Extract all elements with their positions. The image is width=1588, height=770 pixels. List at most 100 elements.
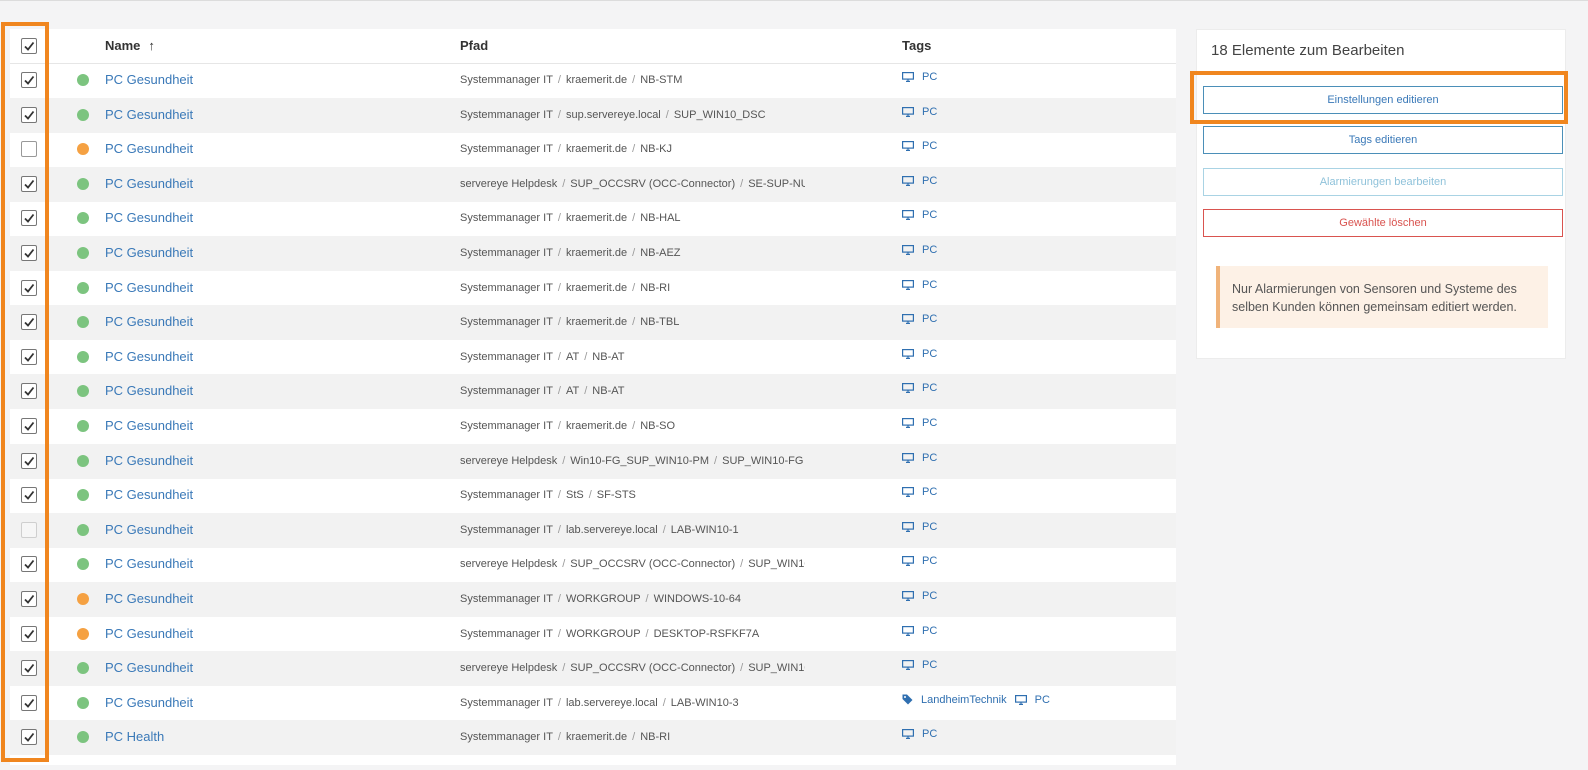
- sensor-name-link[interactable]: PC Gesundheit: [105, 591, 193, 606]
- monitor-icon: [902, 210, 918, 221]
- table-row[interactable]: PC Gesundheit Systemmanager IT / kraemerit.…: [10, 409, 1176, 444]
- sensor-name-link[interactable]: PC Gesundheit: [105, 418, 193, 433]
- table-row[interactable]: PC Gesundheit Systemmanager IT / AT / NB-AT PC: [10, 340, 1176, 375]
- path-segment: kraemerit.de: [565, 143, 628, 156]
- sensor-name-link[interactable]: PC Gesundheit: [105, 626, 193, 641]
- edit-alerts-button[interactable]: Alarmierungen bearbeiten: [1203, 168, 1563, 196]
- column-path-header[interactable]: Pfad: [460, 38, 488, 53]
- sensor-name-link[interactable]: PC Gesundheit: [105, 210, 193, 225]
- table-row[interactable]: PC Gesundheit Systemmanager IT / kraemerit.…: [10, 201, 1176, 236]
- path-segment: WORKGROUP: [565, 593, 641, 605]
- edit-tags-button[interactable]: Tags editieren: [1203, 126, 1563, 154]
- sensor-path: Systemmanager IT / AT / NB-AT: [460, 385, 805, 397]
- tag-chip[interactable]: PC: [902, 244, 937, 256]
- path-segment: SUP_WIN10_DSC: [748, 662, 805, 675]
- sensor-name-link[interactable]: PC Gesundheit: [105, 695, 193, 710]
- table-row[interactable]: PC Gesundheit servereye Helpdesk / SUP_OCCS…: [10, 547, 1176, 582]
- table-row[interactable]: PC Gesundheit Systemmanager IT / kraemerit.…: [10, 236, 1176, 271]
- column-name-header[interactable]: Name ↑: [105, 38, 155, 53]
- path-separator: /: [714, 454, 718, 467]
- path-separator: /: [557, 627, 561, 640]
- sensor-name-link[interactable]: PC Gesundheit: [105, 107, 193, 122]
- table-row[interactable]: PC Gesundheit Systemmanager IT / WORKGROUP /…: [10, 617, 1176, 652]
- sensor-name-link[interactable]: PC Gesundheit: [105, 349, 193, 364]
- tag-chip[interactable]: PC: [902, 279, 937, 291]
- delete-selected-button[interactable]: Gewählte löschen: [1203, 209, 1563, 237]
- path-segment: SF-STS: [596, 489, 636, 502]
- tag-chip[interactable]: PC: [902, 625, 937, 637]
- sensor-name-link[interactable]: PC Health: [105, 729, 164, 744]
- tag-chip[interactable]: PC: [902, 555, 937, 567]
- table-row[interactable]: PC Gesundheit servereye Helpdesk / SUP_OCCS…: [10, 166, 1176, 202]
- sensor-path: Systemmanager IT / kraemerit.de / NB-STM: [460, 74, 805, 86]
- tag-chip[interactable]: PC: [902, 313, 937, 325]
- sensor-name-link[interactable]: PC Gesundheit: [105, 487, 193, 502]
- sensor-name-link[interactable]: PC Gesundheit: [105, 176, 193, 191]
- sensor-name-link[interactable]: PC Gesundheit: [105, 314, 193, 329]
- sensor-name-link[interactable]: PC Gesundheit: [105, 522, 193, 537]
- tag-list: PC: [902, 452, 945, 466]
- monitor-icon: [902, 72, 918, 82]
- table-row[interactable]: PC Gesundheit Systemmanager IT / WORKGROUP /…: [10, 582, 1176, 617]
- table-row[interactable]: PC Gesundheit servereye Helpdesk / SUP_OCCS…: [10, 651, 1176, 687]
- sensor-name-link[interactable]: PC Gesundheit: [105, 453, 193, 468]
- tag-chip[interactable]: PC: [902, 382, 937, 394]
- table-row[interactable]: PC Gesundheit Systemmanager IT / lab.server…: [10, 512, 1176, 548]
- path-segment: NB-KJ: [640, 143, 672, 156]
- tag-chip[interactable]: PC: [902, 417, 937, 429]
- tag-label: PC: [922, 486, 938, 499]
- path-separator: /: [557, 385, 561, 398]
- sensor-name-link[interactable]: PC Gesundheit: [105, 556, 193, 571]
- path-separator: /: [557, 108, 561, 121]
- tag-chip[interactable]: PC: [902, 486, 937, 498]
- tag-list: PC: [902, 382, 945, 396]
- tag-chip[interactable]: PC: [902, 590, 937, 602]
- tag-chip[interactable]: PC: [902, 728, 937, 740]
- sensor-name-link[interactable]: PC Gesundheit: [105, 245, 193, 260]
- path-segment: Systemmanager IT: [460, 212, 553, 225]
- tag-chip[interactable]: PC: [902, 140, 937, 152]
- tag-chip[interactable]: PC: [902, 659, 937, 671]
- sensor-name-link[interactable]: PC Gesundheit: [105, 383, 193, 398]
- tag-list: PC: [902, 175, 945, 189]
- tag-chip[interactable]: PC: [902, 521, 937, 533]
- table-row[interactable]: PC Gesundheit Systemmanager IT / AT / NB-AT PC: [10, 374, 1176, 410]
- sensor-name-link[interactable]: PC Gesundheit: [105, 660, 193, 675]
- tag-label: PC: [922, 624, 938, 637]
- path-segment: Systemmanager IT: [460, 523, 553, 536]
- column-tags-header[interactable]: Tags: [902, 38, 931, 53]
- table-row[interactable]: PC Health Systemmanager IT / kraemerit.de / N…: [10, 720, 1176, 756]
- sensor-path: Systemmanager IT / StS / SF-STS: [460, 489, 805, 501]
- sensor-path: Systemmanager IT / kraemerit.de / NB-HAL: [460, 212, 805, 224]
- tag-chip[interactable]: PC: [902, 348, 937, 360]
- monitor-icon: [902, 106, 918, 117]
- sensor-name-link[interactable]: PC Gesundheit: [105, 280, 193, 295]
- table-row[interactable]: PC Gesundheit Systemmanager IT / sup.server…: [10, 97, 1176, 133]
- tag-list: PC: [902, 590, 945, 604]
- table-row[interactable]: PC Gesundheit Systemmanager IT / kraemerit.…: [10, 132, 1176, 167]
- table-row[interactable]: PC Gesundheit Systemmanager IT / kraemerit.…: [10, 305, 1176, 341]
- table-row[interactable]: PC Gesundheit Systemmanager IT / kraemerit.…: [10, 271, 1176, 306]
- monitor-icon: [902, 487, 918, 498]
- table-row[interactable]: PC Gesundheit Systemmanager IT / lab.server…: [10, 686, 1176, 721]
- table-row[interactable]: PC Gesundheit Systemmanager IT / kraemerit.…: [10, 63, 1176, 98]
- tag-chip[interactable]: PC: [902, 209, 937, 221]
- path-segment: StS: [565, 489, 584, 502]
- tag-chip[interactable]: PC: [902, 452, 937, 464]
- tag-chip[interactable]: PC: [902, 175, 937, 187]
- tag-label: LandheimTechnik: [921, 693, 1007, 706]
- path-segment: Systemmanager IT: [460, 489, 553, 502]
- table-row[interactable]: PC Gesundheit Systemmanager IT / StS / SF-STS…: [10, 478, 1176, 513]
- sensor-name-link[interactable]: PC Gesundheit: [105, 72, 193, 87]
- tag-chip[interactable]: PC: [902, 71, 937, 83]
- sensor-name-link[interactable]: PC Gesundheit: [105, 141, 193, 156]
- status-indicator: [77, 316, 89, 329]
- table-row[interactable]: PC Gesundheit servereye Helpdesk / Win10-FG…: [10, 443, 1176, 479]
- path-segment: Systemmanager IT: [460, 281, 553, 294]
- tag-chip[interactable]: LandheimTechnik: [902, 694, 1007, 706]
- tag-chip[interactable]: PC: [1014, 694, 1050, 706]
- path-segment: NB-STM: [640, 74, 683, 86]
- tag-label: PC: [922, 555, 938, 568]
- monitor-icon: [902, 141, 918, 152]
- tag-chip[interactable]: PC: [902, 106, 937, 118]
